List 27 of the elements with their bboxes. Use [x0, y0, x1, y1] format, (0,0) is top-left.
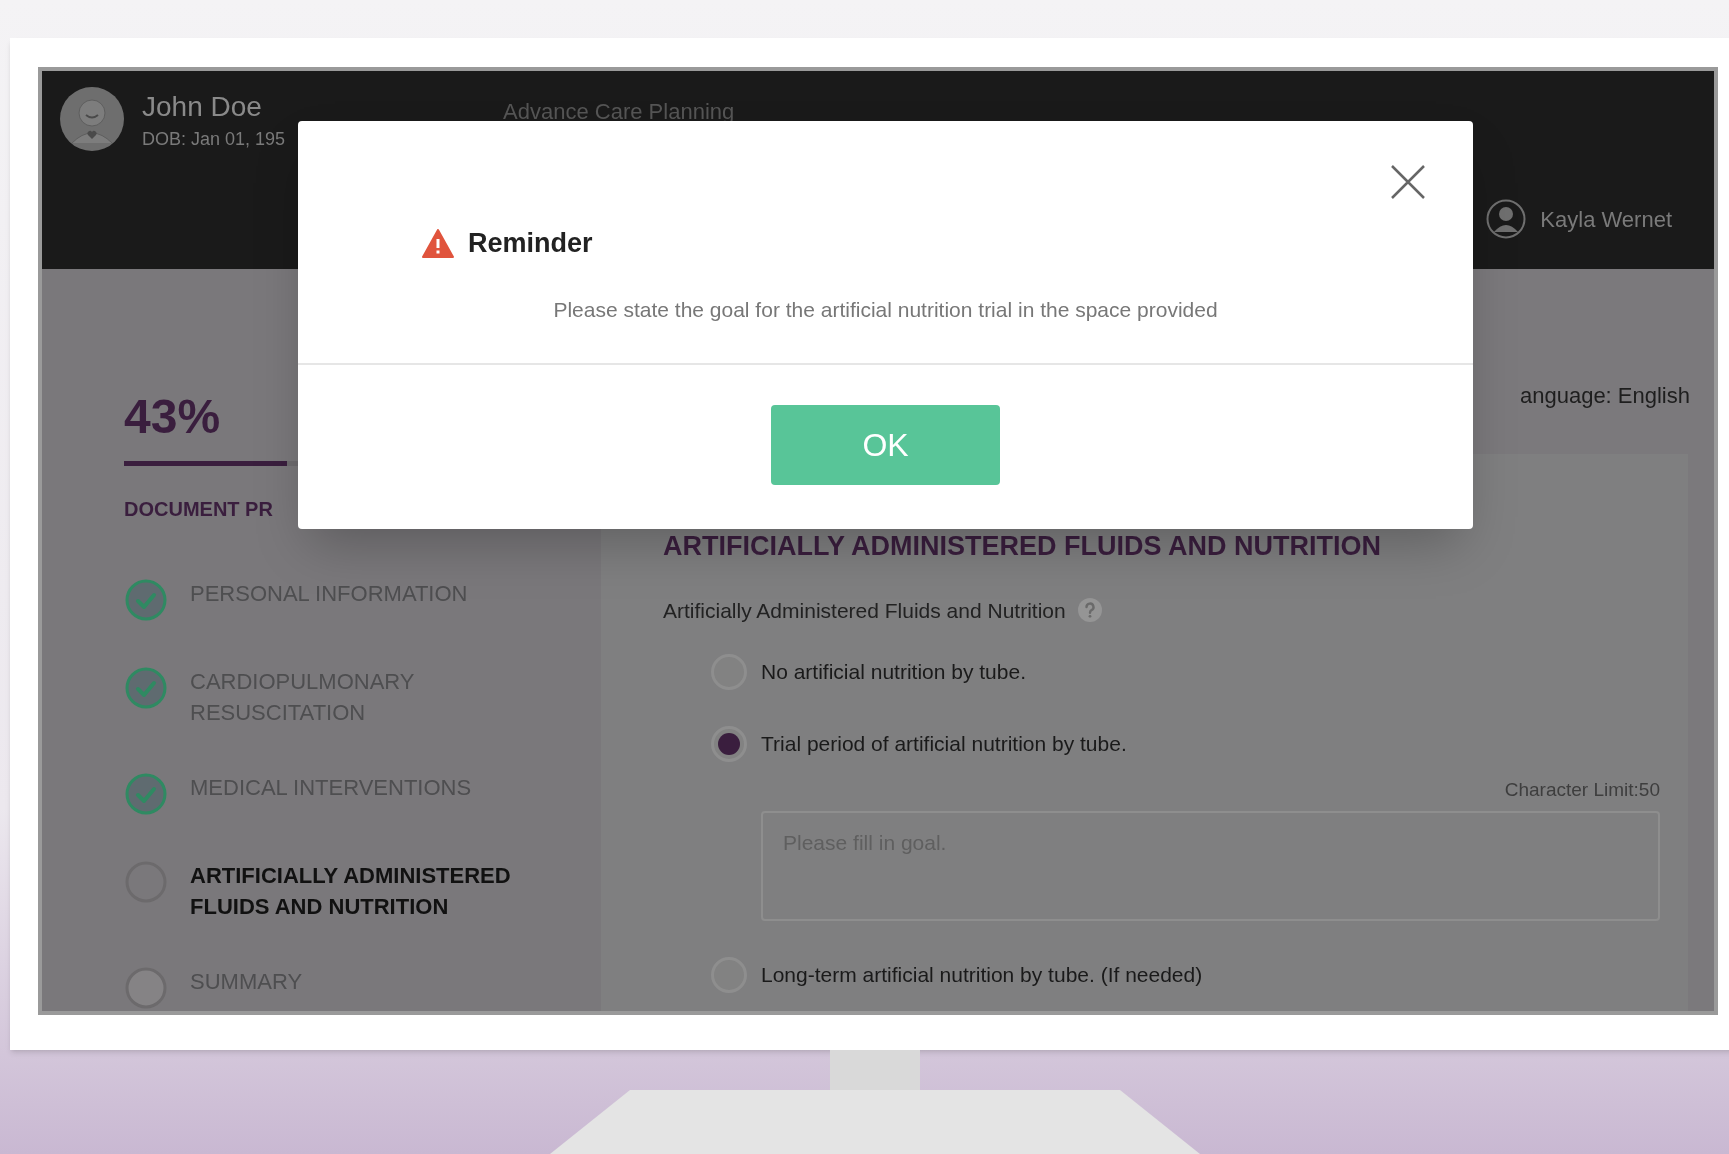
- section-heading: ARTIFICIALLY ADMINISTERED FLUIDS AND NUTRITION: [663, 530, 1382, 563]
- check-circle-icon: [124, 772, 168, 816]
- close-icon: [1390, 164, 1426, 200]
- language-label: anguage: English: [1519, 382, 1690, 410]
- character-limit: Character Limit:50: [1504, 778, 1660, 802]
- question-label: Artificially Administered Fluids and Nutrition: [663, 597, 1066, 624]
- user-avatar-icon: [1486, 199, 1527, 239]
- warning-icon: [422, 228, 454, 258]
- patient-avatar-icon: [60, 87, 124, 151]
- check-circle-icon: [124, 578, 168, 622]
- dialog-title: Reminder: [468, 227, 593, 260]
- progress-label: DOCUMENT PR: [124, 497, 274, 522]
- user-name: Kayla Wernet: [1540, 205, 1672, 234]
- ok-button[interactable]: OK: [771, 405, 1000, 485]
- patient-dob: DOB: Jan 01, 195: [142, 128, 286, 151]
- option-label: Long-term artificial nutrition by tube. (If needed): [761, 961, 1203, 988]
- progress-step[interactable]: ARTIFICIALLY ADMINISTERED FLUIDS AND NUTRITION: [124, 860, 601, 922]
- close-button[interactable]: [1389, 163, 1427, 201]
- progress-percent: 43%: [124, 393, 222, 441]
- page-title: Advance Care Planning: [503, 98, 735, 126]
- patient-name: John Doe: [142, 90, 263, 124]
- check-circle-icon: [124, 666, 168, 710]
- option-label: No artificial nutrition by tube.: [761, 659, 1026, 686]
- dialog-message: Please state the goal for the artificial nutrition trial in the space provided: [553, 296, 1218, 323]
- help-icon[interactable]: [1077, 598, 1102, 623]
- radio-button[interactable]: [711, 726, 747, 762]
- option-label: Trial period of artificial nutrition by tube.: [761, 731, 1127, 758]
